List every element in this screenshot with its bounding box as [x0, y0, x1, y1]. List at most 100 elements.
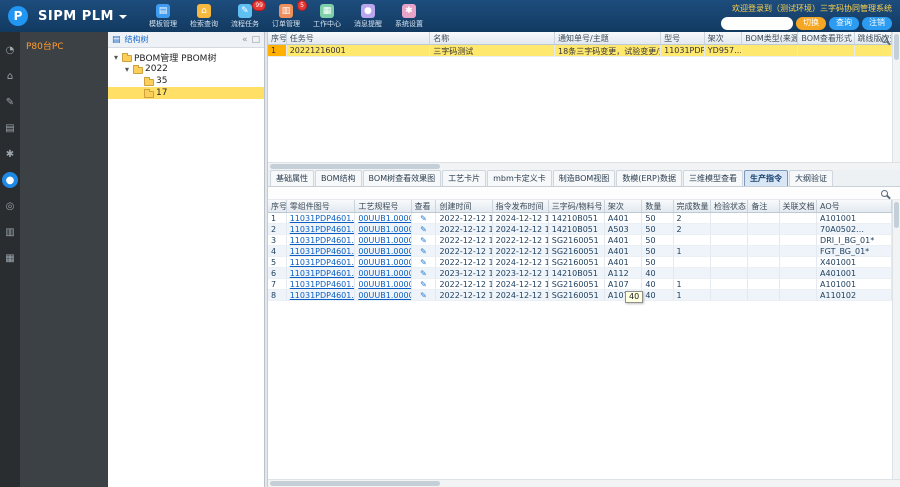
column-header[interactable]: 架次 [705, 32, 743, 44]
column-header[interactable]: 序号 [268, 200, 287, 212]
column-header[interactable]: 查看 [412, 200, 437, 212]
column-header[interactable]: 型号 [661, 32, 705, 44]
column-header[interactable]: BOM类型(来源) [742, 32, 799, 44]
detail-tab[interactable]: 数模(ERP)数据 [616, 170, 682, 186]
tree-node[interactable]: 17 [108, 87, 264, 99]
column-header[interactable]: 序号 [268, 32, 287, 44]
table-row[interactable]: 511031PDP4601…00UUB1.0000✎2022-12-12 12:… [268, 257, 892, 268]
cell: 00UUB1.0000 [355, 246, 412, 257]
column-header[interactable]: 架次 [605, 200, 643, 212]
detail-tab[interactable]: BOM树查看效果图 [362, 170, 442, 186]
module-tab[interactable]: P80台PC [26, 39, 102, 52]
column-header[interactable]: 通知单号/主题 [555, 32, 662, 44]
table-row[interactable]: 111031PDP4601…00UUB1.0000✎2022-12-12 12:… [268, 213, 892, 224]
column-header[interactable]: 工艺规程号 [355, 200, 412, 212]
app-logo[interactable]: P [8, 6, 28, 26]
cell: 2 [268, 224, 287, 235]
toolbar-item-template-manage[interactable]: ▤ 模板管理 [148, 3, 177, 29]
column-header[interactable]: 备注 [748, 200, 780, 212]
toolbar-item-label: 模板管理 [148, 19, 177, 28]
column-header[interactable]: 任务号 [287, 32, 431, 44]
scrollbar-thumb[interactable] [894, 202, 899, 228]
search-icon[interactable] [881, 36, 888, 43]
query-button[interactable]: 查询 [829, 16, 859, 30]
toolbar-item-process-task[interactable]: ✎ 99 流程任务 [231, 0, 266, 29]
scrollbar-thumb[interactable] [270, 481, 440, 486]
column-header[interactable]: 完成数量 [674, 200, 711, 212]
header-search-input[interactable] [721, 16, 793, 30]
toolbar-item-system-setting[interactable]: ✱ 系统设置 [395, 3, 423, 29]
detail-tab[interactable]: 制造BOM视图 [552, 170, 616, 186]
module-panel: P80台PC [20, 32, 108, 487]
detail-tab[interactable]: 工艺卡片 [442, 170, 487, 186]
table-row[interactable]: 611031PDP4601…00UUB1.0000✎2023-12-12 12:… [268, 268, 892, 279]
column-header[interactable]: 名称 [430, 32, 556, 44]
column-header[interactable]: 指令发布时间 [493, 200, 549, 212]
cell: SG2160051 [548, 246, 605, 257]
task-horizontal-scrollbar[interactable] [268, 162, 900, 170]
table-row[interactable]: 211031PDP4601…00UUB1.0000✎2022-12-12 12:… [268, 224, 892, 235]
cell: 2024-12-12 12:… [492, 257, 549, 268]
pin-panel-icon[interactable]: □ [251, 35, 260, 45]
order-horizontal-scrollbar[interactable] [268, 479, 900, 487]
toolbar-item-search-service[interactable]: ⌂ 检索查询 [190, 3, 218, 29]
scrollbar-thumb[interactable] [270, 164, 440, 169]
brand-menu[interactable]: SIPM PLM [38, 9, 127, 24]
nav-target[interactable]: ◎ [2, 198, 18, 214]
switch-button[interactable]: 切换 [796, 16, 826, 30]
tree-view-icon[interactable]: ▤ [112, 35, 121, 45]
column-header[interactable]: 零组件图号 [287, 200, 356, 212]
cell: 00UUB1.0000 [355, 235, 412, 246]
order-grid-toolbar [268, 187, 900, 200]
scrollbar-thumb[interactable] [894, 34, 899, 60]
nav-current[interactable]: ● [2, 172, 18, 188]
nav-process[interactable]: ✱ [2, 146, 18, 162]
nav-edit[interactable]: ✎ [2, 94, 18, 110]
toolbar-item-work-center[interactable]: ▦ 工作中心 [313, 3, 341, 29]
cell: SG2160051 [548, 235, 605, 246]
task-vertical-scrollbar[interactable] [892, 32, 900, 162]
detail-tab[interactable]: 大纲验证 [789, 170, 833, 186]
folder-icon [144, 88, 154, 98]
search-icon[interactable] [881, 190, 888, 197]
tree-node[interactable]: 35 [108, 75, 264, 87]
toolbar-item-message-center[interactable]: ● 消息提醒 [354, 3, 382, 29]
nav-apps[interactable]: ▦ [2, 250, 18, 266]
table-row[interactable]: 711031PDP4601…00UUB1.0000✎2022-12-12 12:… [268, 279, 892, 290]
cell [710, 268, 749, 279]
nav-library[interactable]: ▥ [2, 224, 18, 240]
nav-data[interactable]: ▤ [2, 120, 18, 136]
table-row[interactable]: 811031PDP4601…00UUB1.0000✎2022-12-12 12:… [268, 290, 892, 301]
cell: 50 [642, 213, 674, 224]
column-header[interactable]: 创建时间 [436, 200, 493, 212]
cell [779, 224, 818, 235]
detail-tab[interactable]: 基础属性 [270, 170, 314, 186]
detail-tab[interactable]: 三维模型查看 [683, 170, 743, 186]
table-row[interactable]: 411031PDP4601…00UUB1.0000✎2022-12-12 12:… [268, 246, 892, 257]
cell: 14210B051 [548, 224, 605, 235]
toolbar-item-order-manage[interactable]: ▥ 5 订单管理 [272, 0, 307, 29]
column-header[interactable]: AO号 [817, 200, 892, 212]
collapse-panel-icon[interactable]: « [242, 35, 248, 45]
tree-node[interactable]: ▾ 2022 [108, 63, 264, 75]
cell [710, 257, 749, 268]
column-header[interactable]: 检验状态 [711, 200, 749, 212]
column-header[interactable]: 三字码/物料号 [549, 200, 605, 212]
nav-home[interactable]: ⌂ [2, 68, 18, 84]
column-header[interactable]: 关联文档 [780, 200, 818, 212]
detail-tab[interactable]: 生产指令 [744, 170, 788, 186]
nav-recent[interactable]: ◔ [2, 42, 18, 58]
table-row[interactable]: 311031PDP4601…00UUB1.0000✎2022-12-12 12:… [268, 235, 892, 246]
cell: 11031PDP4601… [286, 213, 356, 224]
cell: 11031PDP4601… [286, 235, 356, 246]
cell: 50 [642, 257, 674, 268]
column-header[interactable]: BOM查看形式 [798, 32, 855, 44]
detail-tab[interactable]: mbm卡定义卡 [487, 170, 552, 186]
logout-button[interactable]: 注销 [862, 16, 892, 30]
column-header[interactable]: 数量 [642, 200, 674, 212]
order-vertical-scrollbar[interactable] [892, 200, 900, 479]
table-row[interactable]: 120221216001三字码测试18条三字码变更，试验变更/变更11031PD… [268, 45, 892, 57]
tree-node[interactable]: ▾ PBOM管理 PBOM树 [108, 51, 264, 64]
cell: 40 [642, 279, 674, 290]
detail-tab[interactable]: BOM结构 [315, 170, 362, 186]
